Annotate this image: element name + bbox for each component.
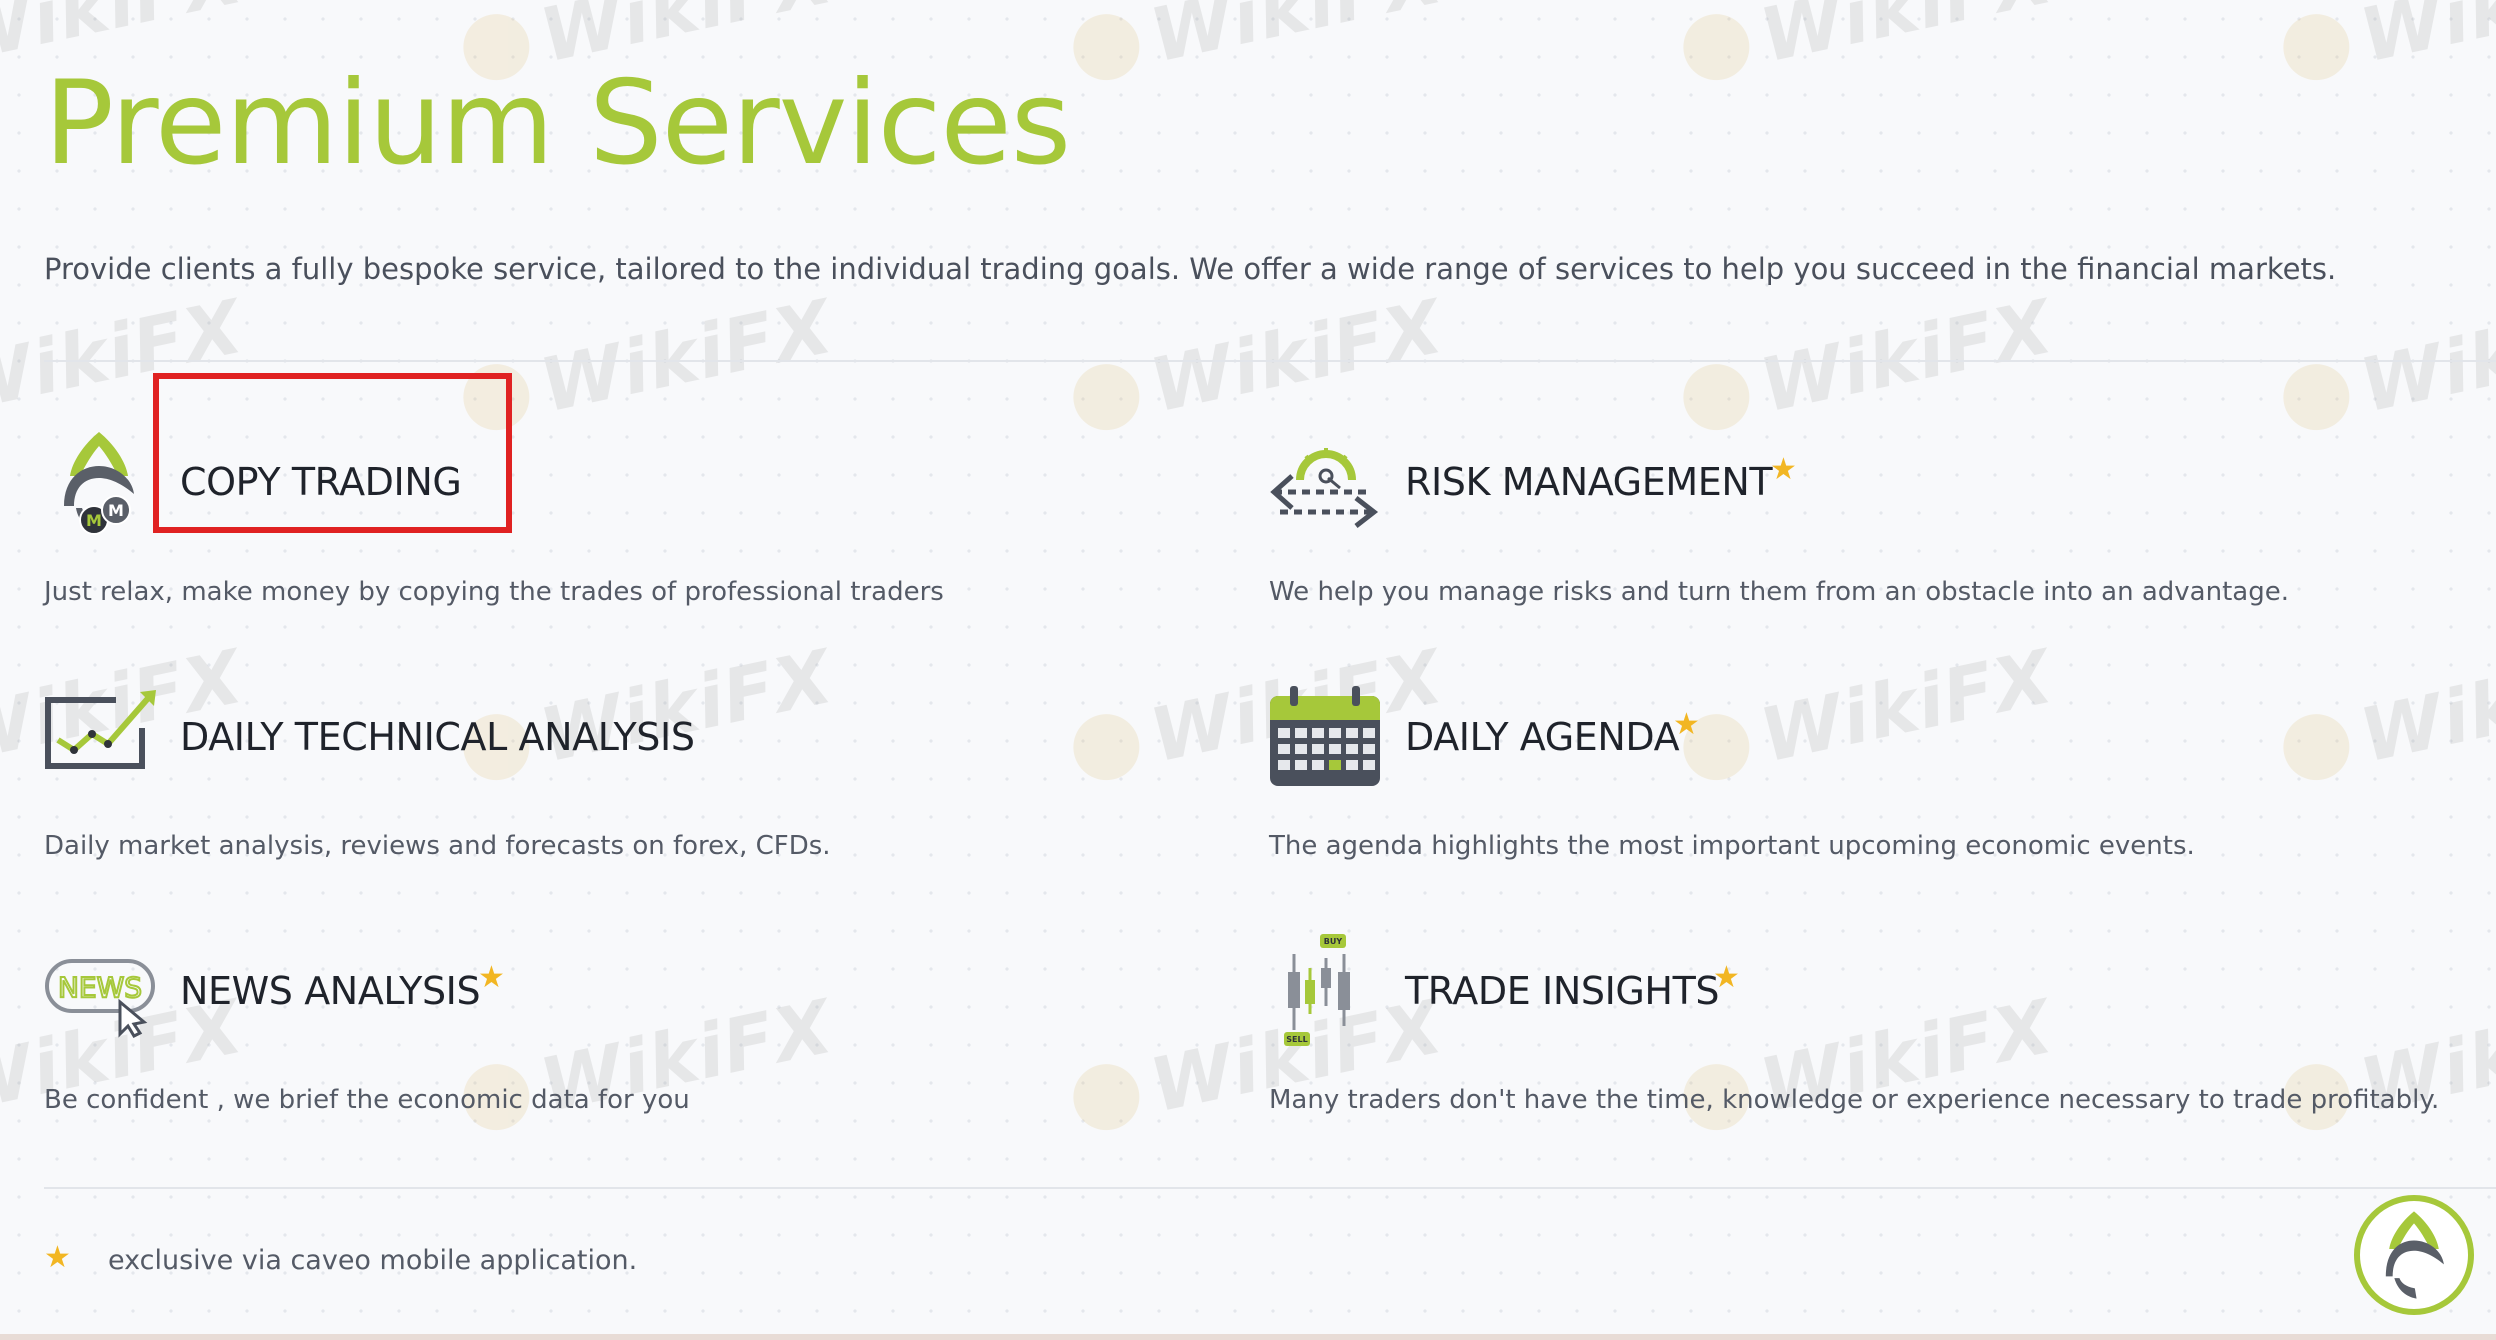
watermark-logo-icon [1677,358,1756,437]
service-description: Be confident , we brief the economic dat… [44,1085,690,1115]
page-title: Premium Services [44,56,1071,191]
watermark-text: WikiFX [533,283,841,430]
watermark-logo-icon [1067,708,1146,787]
watermark-text: WikiFX [2353,283,2496,430]
svg-text:M: M [108,501,124,520]
watermark: WikiFX [1675,634,2060,796]
watermark: WikiFX [1065,0,1450,96]
candlestick-icon: BUY SELL [1284,934,1350,1046]
svg-text:M: M [86,511,102,530]
news-icon-label: NEWS [58,971,142,1004]
page-bottom-edge [0,1334,2496,1340]
highlight-annotation-box [153,373,512,533]
risk-gauge-icon [1270,448,1379,528]
watermark-logo-icon [2277,358,2356,437]
watermark: WikiFX [455,284,840,446]
watermark: WikiFX [2275,634,2496,796]
watermark-text: WikiFX [2353,633,2496,780]
watermark: WikiFX [1675,284,2060,446]
watermark: WikiFX [1675,0,2060,96]
watermark: WikiFX [455,984,840,1146]
watermark: WikiFX [1065,984,1450,1146]
copy-trading-icon: M M [64,432,134,535]
star-icon: ★ [44,1240,71,1275]
footnote-text: exclusive via caveo mobile application. [108,1245,638,1276]
watermark-logo-icon [2277,708,2356,787]
service-title: DAILY AGENDA [1405,715,1680,759]
buy-label: BUY [1324,937,1343,946]
watermark-logo-icon [1067,358,1146,437]
bottom-divider [44,1187,2496,1189]
watermark: WikiFX [2275,284,2496,446]
watermark-logo-icon [1067,1058,1146,1137]
sell-label: SELL [1286,1035,1307,1044]
watermark-logo-icon [1067,8,1146,87]
intro-text: Provide clients a fully bespoke service,… [44,252,2337,286]
service-description: Many traders don't have the time, knowle… [1269,1085,2440,1115]
service-description: The agenda highlights the most important… [1269,831,2195,861]
brand-logo-icon [2385,1211,2444,1299]
watermark-logo-icon [2277,8,2356,87]
watermark-text: WikiFX [1143,0,1451,80]
watermark: WikiFX [2275,0,2496,96]
floating-logo-button[interactable] [2354,1195,2474,1315]
watermark-text: WikiFX [1753,633,2061,780]
watermark: WikiFX [1065,284,1450,446]
exclusive-star-icon: ★ [478,960,505,995]
watermark-text: WikiFX [1143,283,1451,430]
watermark-logo-icon [1677,8,1756,87]
service-description: Daily market analysis, reviews and forec… [44,831,831,861]
service-description: We help you manage risks and turn them f… [1269,577,2289,607]
service-title: NEWS ANALYSIS [180,969,481,1013]
trend-chart-icon [45,690,156,769]
service-title: TRADE INSIGHTS [1405,969,1720,1013]
calendar-icon [1270,686,1380,786]
exclusive-star-icon: ★ [1770,452,1797,487]
watermark: WikiFX [2275,984,2496,1146]
watermark: WikiFX [1065,634,1450,796]
exclusive-star-icon: ★ [1673,707,1700,742]
service-description: Just relax, make money by copying the tr… [44,577,944,607]
watermark-text: WikiFX [1753,283,2061,430]
exclusive-star-icon: ★ [1713,960,1740,995]
news-icon: NEWS [45,959,155,1038]
watermark-text: WikiFX [2353,0,2496,80]
service-title: RISK MANAGEMENT [1405,460,1773,504]
watermark-text: WikiFX [1753,0,2061,80]
service-title: DAILY TECHNICAL ANALYSIS [180,715,695,759]
watermark: WikiFX [1675,984,2060,1146]
top-divider [44,360,2496,362]
